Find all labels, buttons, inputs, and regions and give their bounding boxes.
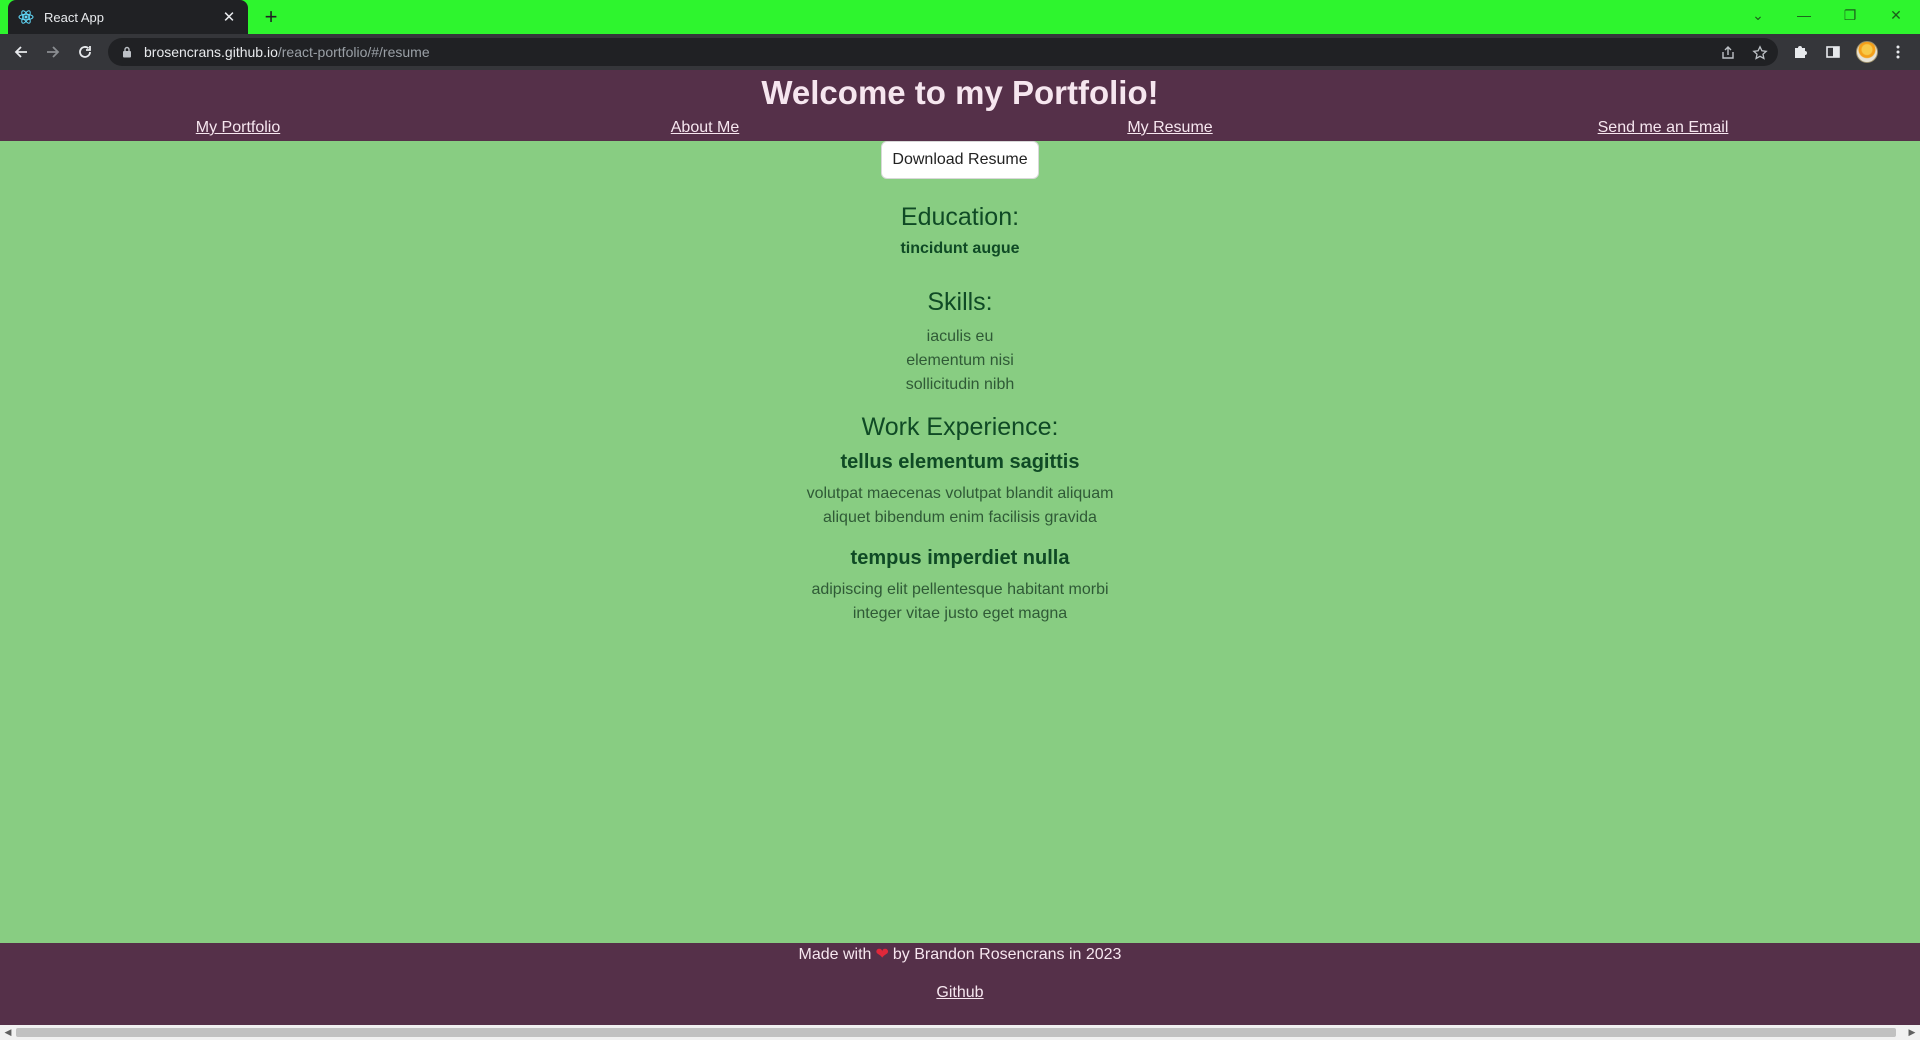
url-host: brosencrans.github.io bbox=[144, 44, 278, 60]
job-title: tempus imperdiet nulla bbox=[850, 547, 1070, 569]
tab-title: React App bbox=[44, 9, 104, 25]
browser-tab[interactable]: React App ✕ bbox=[8, 0, 248, 34]
browser-tab-strip: React App ✕ + ⌄ — ❐ ✕ bbox=[0, 0, 1920, 34]
side-panel-icon[interactable] bbox=[1823, 42, 1843, 62]
skill-item: elementum nisi bbox=[906, 352, 1014, 369]
footer-credit: Made with ❤ by Brandon Rosencrans in 2023 bbox=[0, 944, 1920, 964]
nav-link-about[interactable]: About Me bbox=[671, 119, 739, 137]
close-tab-icon[interactable]: ✕ bbox=[220, 8, 238, 26]
footer-by-line: by Brandon Rosencrans in 2023 bbox=[892, 946, 1122, 963]
site-header: Welcome to my Portfolio! My Portfolio Ab… bbox=[0, 70, 1920, 141]
job-title: tellus elementum sagittis bbox=[840, 451, 1080, 473]
scroll-right-icon[interactable]: ▶ bbox=[1906, 1027, 1918, 1038]
skills-heading: Skills: bbox=[927, 288, 993, 316]
github-link[interactable]: Github bbox=[936, 984, 983, 1002]
back-icon[interactable] bbox=[9, 40, 33, 64]
browser-toolbar: brosencrans.github.io/react-portfolio/#/… bbox=[0, 34, 1920, 70]
close-window-icon[interactable]: ✕ bbox=[1873, 0, 1919, 30]
download-resume-button[interactable]: Download Resume bbox=[881, 141, 1039, 179]
skill-item: iaculis eu bbox=[926, 328, 994, 345]
bookmark-star-icon[interactable] bbox=[1750, 44, 1770, 62]
education-heading: Education: bbox=[900, 203, 1020, 231]
minimize-icon[interactable]: — bbox=[1781, 0, 1827, 30]
react-icon bbox=[18, 9, 34, 25]
site-footer: Made with ❤ by Brandon Rosencrans in 2023 … bbox=[0, 943, 1920, 1025]
heart-icon: ❤ bbox=[875, 946, 889, 963]
nav-link-resume[interactable]: My Resume bbox=[1127, 119, 1212, 137]
address-bar[interactable]: brosencrans.github.io/react-portfolio/#/… bbox=[108, 38, 1778, 66]
url-text: brosencrans.github.io/react-portfolio/#/… bbox=[144, 44, 430, 60]
url-path: /react-portfolio/#/resume bbox=[277, 44, 430, 60]
education-item: tincidunt augue bbox=[900, 240, 1020, 257]
extensions-icon[interactable] bbox=[1790, 42, 1810, 62]
share-icon[interactable] bbox=[1718, 44, 1738, 62]
restore-icon[interactable]: ❐ bbox=[1827, 0, 1873, 30]
new-tab-button[interactable]: + bbox=[258, 4, 284, 30]
tab-search-icon[interactable]: ⌄ bbox=[1735, 0, 1781, 30]
profile-avatar[interactable] bbox=[1856, 41, 1878, 63]
job-description-line: adipiscing elit pellentesque habitant mo… bbox=[811, 581, 1109, 598]
forward-icon[interactable] bbox=[41, 40, 65, 64]
job-description-line: volutpat maecenas volutpat blandit aliqu… bbox=[806, 485, 1114, 502]
lock-icon bbox=[120, 45, 134, 59]
scroll-left-icon[interactable]: ◀ bbox=[2, 1027, 14, 1038]
skill-item: sollicitudin nibh bbox=[905, 376, 1015, 393]
work-experience-heading: Work Experience: bbox=[861, 413, 1059, 441]
job-description-line: aliquet bibendum enim facilisis gravida bbox=[823, 509, 1097, 526]
nav-link-email[interactable]: Send me an Email bbox=[1598, 119, 1729, 137]
kebab-menu-icon[interactable] bbox=[1888, 42, 1908, 62]
reload-icon[interactable] bbox=[73, 40, 97, 64]
footer-made-with: Made with bbox=[798, 946, 872, 963]
job-description-line: integer vitae justo eget magna bbox=[852, 605, 1068, 622]
nav-link-portfolio[interactable]: My Portfolio bbox=[196, 119, 280, 137]
scrollbar-thumb[interactable] bbox=[16, 1028, 1896, 1037]
horizontal-scrollbar[interactable]: ◀ ▶ bbox=[0, 1025, 1920, 1040]
page-title: Welcome to my Portfolio! bbox=[761, 74, 1159, 111]
